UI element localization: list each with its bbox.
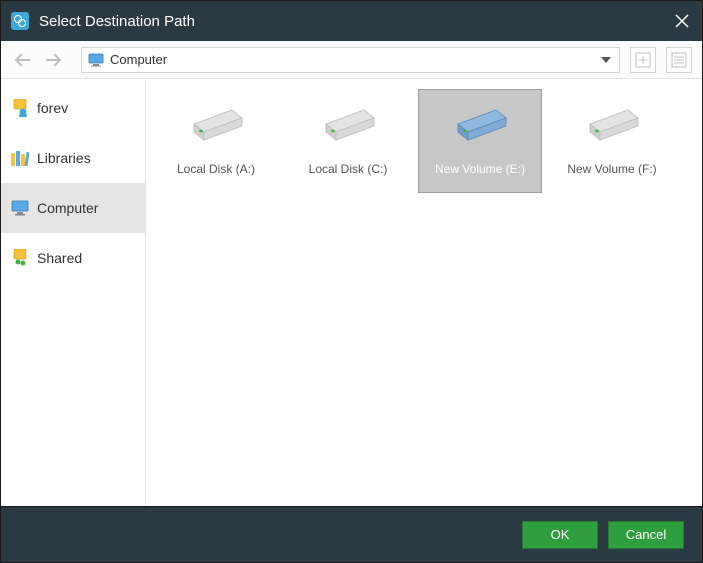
titlebar: Select Destination Path bbox=[1, 1, 702, 41]
window-title: Select Destination Path bbox=[39, 13, 672, 30]
sidebar-item-forev[interactable]: forev bbox=[1, 83, 145, 133]
disk-icon bbox=[320, 102, 376, 144]
nav-arrows bbox=[11, 48, 65, 72]
user-icon bbox=[11, 99, 29, 117]
disk-icon bbox=[188, 102, 244, 144]
computer-icon bbox=[11, 199, 29, 217]
close-icon bbox=[675, 14, 689, 28]
sidebar-item-label: Libraries bbox=[37, 150, 91, 166]
plus-box-icon bbox=[635, 52, 651, 68]
sidebar-item-label: forev bbox=[37, 100, 68, 116]
path-dropdown[interactable] bbox=[599, 57, 613, 63]
back-icon bbox=[13, 50, 33, 70]
list-view-icon bbox=[671, 52, 687, 68]
shared-icon bbox=[11, 249, 29, 267]
drive-e[interactable]: New Volume (E:) bbox=[418, 89, 542, 193]
drive-label: New Volume (E:) bbox=[435, 162, 525, 176]
view-button[interactable] bbox=[666, 47, 692, 73]
drive-label: New Volume (F:) bbox=[567, 162, 656, 176]
libraries-icon bbox=[11, 149, 29, 167]
sidebar-item-computer[interactable]: Computer bbox=[1, 183, 145, 233]
footer: OK Cancel bbox=[1, 507, 702, 562]
sidebar-item-label: Computer bbox=[37, 200, 98, 216]
close-button[interactable] bbox=[672, 11, 692, 31]
drive-label: Local Disk (C:) bbox=[309, 162, 388, 176]
chevron-down-icon bbox=[601, 57, 611, 63]
sidebar: forev Libraries Computer Shared bbox=[1, 79, 146, 506]
cancel-button[interactable]: Cancel bbox=[608, 521, 684, 549]
computer-icon bbox=[88, 53, 104, 67]
new-folder-button[interactable] bbox=[630, 47, 656, 73]
sidebar-item-label: Shared bbox=[37, 250, 82, 266]
back-button[interactable] bbox=[11, 48, 35, 72]
disk-icon bbox=[452, 102, 508, 144]
disk-icon bbox=[584, 102, 640, 144]
app-icon bbox=[11, 12, 29, 30]
path-bar[interactable]: Computer bbox=[81, 47, 620, 73]
toolbar: Computer bbox=[1, 41, 702, 79]
forward-icon bbox=[43, 50, 63, 70]
path-text: Computer bbox=[110, 52, 593, 67]
forward-button[interactable] bbox=[41, 48, 65, 72]
sidebar-item-libraries[interactable]: Libraries bbox=[1, 133, 145, 183]
drive-a[interactable]: Local Disk (A:) bbox=[154, 89, 278, 193]
ok-button[interactable]: OK bbox=[522, 521, 598, 549]
sidebar-item-shared[interactable]: Shared bbox=[1, 233, 145, 283]
dialog-window: Select Destination Path Computer bbox=[0, 0, 703, 563]
drive-f[interactable]: New Volume (F:) bbox=[550, 89, 674, 193]
drive-c[interactable]: Local Disk (C:) bbox=[286, 89, 410, 193]
drive-label: Local Disk (A:) bbox=[177, 162, 255, 176]
main-pane: Local Disk (A:) Local Disk (C:) bbox=[146, 79, 702, 506]
content: forev Libraries Computer Shared bbox=[1, 79, 702, 507]
